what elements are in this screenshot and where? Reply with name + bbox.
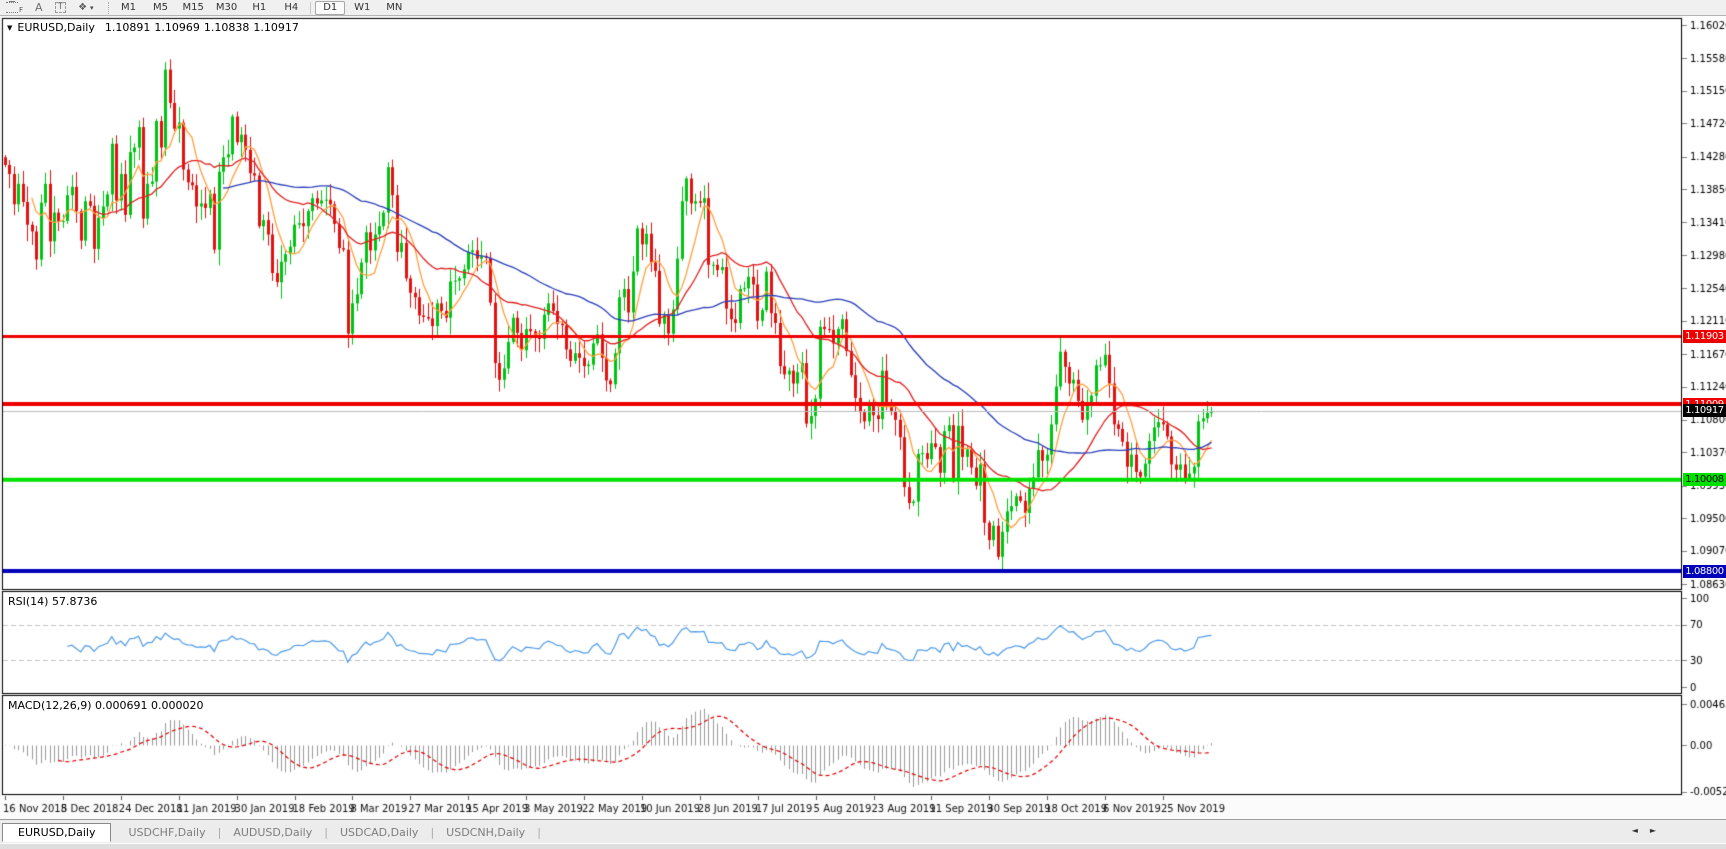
timeframe-separator [310,2,311,14]
tab-scroll-left-icon[interactable]: ◄ [1632,826,1650,835]
rsi-indicator-label: RSI(14) 57.8736 [8,595,97,608]
arrows-tool-button[interactable]: ❖ ▾ [72,1,99,14]
current-price-badge: 1.10917 [1683,404,1726,417]
ohlc-high: 1.10969 [154,21,200,34]
timeframe-button-m15[interactable]: M15 [178,1,209,15]
chart-title-symbol: EURUSD,Daily [17,21,94,34]
label-tool-button[interactable]: T [49,1,73,14]
price-level-badge-1.11903: 1.11903 [1683,330,1726,343]
timeframe-button-d1[interactable]: D1 [315,1,345,15]
chart-title: ▼ EURUSD,Daily 1.108911.10969 1.108381.1091… [7,21,303,34]
macd-indicator-label: MACD(12,26,9) 0.000691 0.000020 [8,699,204,712]
chart-tabs: EURUSD,DailyUSDCHF,Daily|AUDUSD,Daily|US… [2,822,542,843]
timeframe-button-h1[interactable]: H1 [244,1,274,15]
tab-scroll-arrows: ◄► [1632,826,1668,835]
timeframe-button-m5[interactable]: M5 [146,1,176,15]
ohlc-open: 1.10891 [105,21,151,34]
fibonacci-icon [6,2,18,13]
chart-tab-usdcad[interactable]: USDCAD,Daily [329,824,430,841]
text-tool-button[interactable]: A [29,1,49,14]
price-level-badge-1.08800: 1.08800 [1683,565,1726,578]
ohlc-close: 1.10917 [253,21,299,34]
timeframe-button-m30[interactable]: M30 [211,1,242,15]
collapse-icon: ▼ [7,24,12,32]
timeframe-button-h4[interactable]: H4 [276,1,306,15]
fibonacci-icon-label: F [19,6,23,14]
chart-tab-eurusd[interactable]: EURUSD,Daily [2,823,111,842]
price-level-badge-1.10008: 1.10008 [1683,473,1726,486]
text-icon: A [35,1,43,14]
tab-scroll-right-icon[interactable]: ► [1650,826,1668,835]
tab-divider: | [536,826,542,839]
chart-tab-usdchf[interactable]: USDCHF,Daily [117,824,216,841]
window-bottom-edge [0,843,1726,849]
toolbar: F A T ❖ ▾ M1M5M15M30H1H4 D1W1MN [0,0,1726,16]
toolbar-separator [108,2,109,14]
timeframe-button-w1[interactable]: W1 [347,1,377,15]
timeframe-buttons: M1M5M15M30H1H4 D1W1MN [113,1,411,15]
chart-canvas[interactable] [0,0,1726,848]
timeframe-button-m1[interactable]: M1 [114,1,144,15]
label-icon: T [55,2,67,13]
fibonacci-tool-button[interactable]: F [0,1,29,14]
chart-tab-usdcnh[interactable]: USDCNH,Daily [435,824,536,841]
chevron-down-icon: ▾ [90,4,94,12]
ohlc-low: 1.10838 [204,21,250,34]
timeframe-button-mn[interactable]: MN [379,1,409,15]
arrows-icon: ❖ [78,2,87,13]
chart-tab-audusd[interactable]: AUDUSD,Daily [222,824,323,841]
